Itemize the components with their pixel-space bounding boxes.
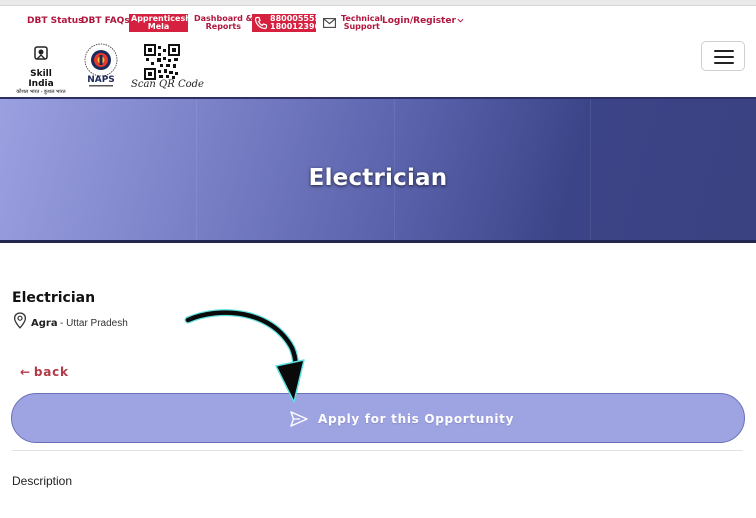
hero-title: Electrician: [308, 165, 448, 191]
naps-text: NAPS: [87, 75, 115, 85]
skill-india-emblem-icon: [34, 46, 48, 60]
top-border: [0, 0, 756, 6]
arrow-left-icon: ←: [20, 365, 31, 379]
send-icon: [290, 411, 308, 427]
helpline-box[interactable]: 8800055555 1800123962: [252, 14, 326, 32]
hamburger-line: [714, 56, 734, 58]
login-register-label: Login/Register: [382, 16, 456, 26]
hamburger-menu-button[interactable]: [701, 41, 745, 71]
back-link[interactable]: ← back: [20, 365, 69, 379]
hero-banner: Electrician: [0, 97, 756, 243]
naps-emblem-icon: NAPS: [84, 43, 118, 87]
apply-button[interactable]: Apply for this Opportunity: [11, 393, 745, 443]
location-city: Agra: [31, 318, 58, 329]
chevron-down-icon: [457, 18, 464, 23]
phone-number-2: 1800123962: [270, 22, 326, 31]
nav-dashboard-reports[interactable]: Dashboard & Reports: [194, 15, 253, 31]
nav-tech-line2: Support: [343, 22, 380, 31]
naps-logo[interactable]: NAPS: [80, 40, 122, 92]
description-heading: Description: [12, 474, 73, 488]
scan-qr-label: Scan QR Code: [131, 79, 204, 90]
nav-dashboard-line2: Reports: [205, 22, 241, 31]
location-pin-icon: [13, 312, 27, 329]
skill-india-logo[interactable]: Skill India कौशल भारत - कुशल भारत: [16, 46, 66, 95]
nav-dbt-status[interactable]: DBT Status: [27, 16, 84, 26]
nav-technical-support[interactable]: Technical Support: [341, 15, 383, 31]
helpline-numbers: 8800055555 1800123962: [270, 15, 326, 31]
location-state: - Uttar Pradesh: [60, 318, 128, 329]
back-label: back: [33, 365, 69, 379]
hamburger-line: [714, 50, 734, 52]
skill-india-text: Skill India: [28, 69, 54, 89]
job-title: Electrician: [12, 290, 96, 306]
nav-apprenticeship-line2: Mela: [147, 22, 170, 31]
qr-code[interactable]: [144, 44, 180, 80]
nav-dbt-faqs[interactable]: DBT FAQs: [81, 16, 130, 26]
skill-india-tagline: कौशल भारत - कुशल भारत: [16, 89, 66, 95]
hamburger-line: [714, 62, 734, 64]
mail-icon[interactable]: [323, 18, 336, 28]
nav-login-register[interactable]: Login/Register: [382, 16, 464, 26]
apply-button-label: Apply for this Opportunity: [318, 412, 515, 426]
nav-apprenticeship-mela[interactable]: Apprenticeship Mela: [129, 14, 199, 32]
phone-icon: [254, 16, 268, 30]
section-divider: [12, 450, 743, 451]
logo-bar: Skill India कौशल भारत - कुशल भारत NAPS: [0, 40, 756, 96]
qr-code-icon: [144, 44, 180, 80]
